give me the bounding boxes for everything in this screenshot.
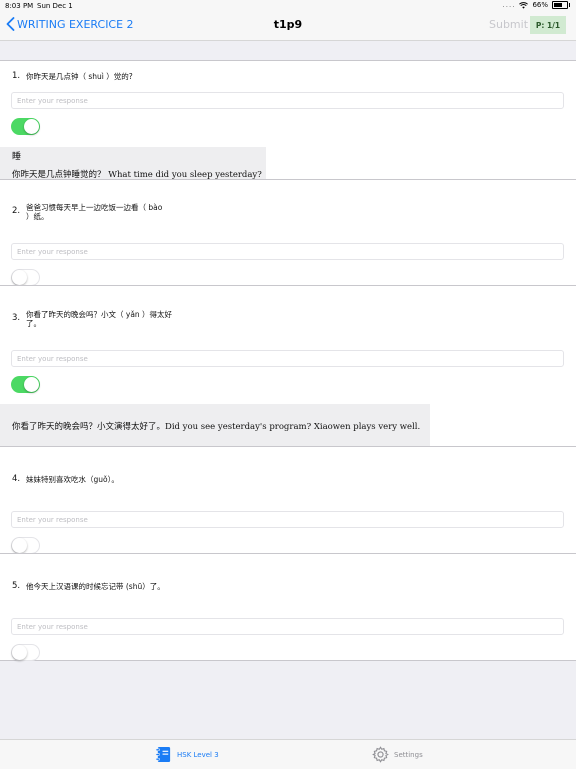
question-number: 3.: [12, 313, 21, 323]
signal-icon: ....: [502, 1, 516, 9]
toggle-knob: [12, 270, 27, 285]
question-card-3: 3. 你看了昨天的晚会吗？小文（ yǎn ）得太好了。 你看了昨天的晚会吗？小文…: [0, 285, 576, 447]
show-answer-toggle[interactable]: [11, 644, 40, 661]
question-number: 1.: [12, 71, 21, 81]
battery-icon: [552, 1, 570, 9]
page-badge: P: 1/1: [530, 16, 566, 34]
submit-button[interactable]: Submit: [489, 18, 528, 31]
question-text: 妹妹特别喜欢吃水（guǒ）。: [26, 475, 119, 484]
wifi-icon: [519, 1, 529, 9]
toggle-knob: [12, 645, 27, 660]
toggle-knob: [12, 538, 27, 553]
show-answer-toggle[interactable]: [11, 118, 40, 135]
answer-box: 睡 你昨天是几点钟睡觉的？ What time did you sleep ye…: [0, 147, 266, 180]
response-input[interactable]: [11, 243, 564, 260]
answer-word: 睡: [12, 152, 22, 162]
status-date: Sun Dec 1: [37, 2, 73, 10]
answer-box: 你看了昨天的晚会吗？小文演得太好了。Did you see yesterday'…: [0, 404, 430, 446]
response-input[interactable]: [11, 92, 564, 109]
status-bar: 8:03 PM Sun Dec 1 .... 66%: [0, 0, 576, 12]
response-input[interactable]: [11, 618, 564, 635]
tab-bar: HSK Level 3 Settings: [0, 739, 576, 769]
toggle-knob: [24, 377, 39, 392]
notebook-icon: [155, 746, 171, 763]
question-number: 5.: [12, 581, 21, 591]
navigation-bar: WRITING EXERCICE 2 t1p9 Submit P: 1/1: [0, 12, 576, 41]
response-input[interactable]: [11, 511, 564, 528]
question-card-2: 2. 爸爸习惯每天早上一边吃饭一边看（ bào ）纸。: [0, 179, 576, 286]
tab-label: Settings: [394, 750, 423, 759]
toggle-knob: [24, 119, 39, 134]
question-text: 他今天上汉语课的时候忘记带 (shū）了。: [26, 582, 165, 591]
tab-hsk-level-3[interactable]: HSK Level 3: [155, 746, 219, 763]
status-time: 8:03 PM: [5, 2, 34, 10]
question-text: 你昨天是几点钟（ shuì ）觉的?: [26, 72, 133, 81]
question-card-5: 5. 他今天上汉语课的时候忘记带 (shū）了。: [0, 553, 576, 661]
tab-settings[interactable]: Settings: [372, 746, 423, 763]
answer-sentence: 你看了昨天的晚会吗？小文演得太好了。Did you see yesterday'…: [12, 422, 421, 432]
question-card-1: 1. 你昨天是几点钟（ shuì ）觉的? 睡 你昨天是几点钟睡觉的？ What…: [0, 60, 576, 180]
battery-fill: [554, 3, 562, 7]
show-answer-toggle[interactable]: [11, 269, 40, 286]
gear-icon: [372, 746, 389, 763]
tab-label: HSK Level 3: [177, 750, 219, 759]
question-card-4: 4. 妹妹特别喜欢吃水（guǒ）。: [0, 446, 576, 554]
show-answer-toggle[interactable]: [11, 376, 40, 393]
question-text: 爸爸习惯每天早上一边吃饭一边看（ bào ）纸。: [26, 203, 163, 221]
show-answer-toggle[interactable]: [11, 537, 40, 554]
question-number: 4.: [12, 474, 21, 484]
battery-percent: 66%: [532, 1, 548, 9]
response-input[interactable]: [11, 350, 564, 367]
question-number: 2.: [12, 206, 21, 216]
status-right: .... 66%: [502, 1, 570, 9]
question-text: 你看了昨天的晚会吗？小文（ yǎn ）得太好了。: [26, 310, 173, 328]
